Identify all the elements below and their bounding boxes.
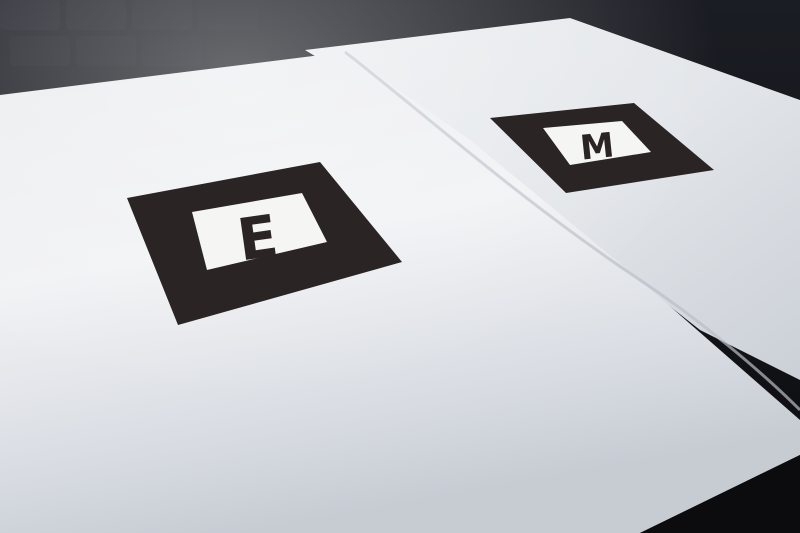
marker-m-letter: M (578, 125, 616, 168)
photo-canvas: E M (0, 0, 800, 533)
photo-scene: E M (0, 0, 800, 533)
light-glow (0, 0, 800, 533)
